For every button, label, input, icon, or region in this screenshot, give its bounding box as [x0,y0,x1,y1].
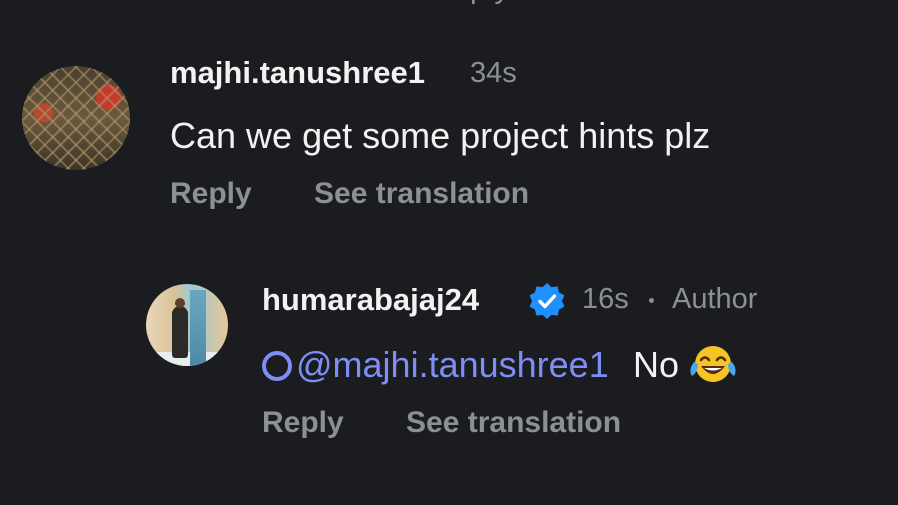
verified-badge-icon [529,283,565,319]
separator-dot [649,298,654,303]
comment-timestamp: 16s [582,283,629,315]
comment-timestamp: 34s [470,57,517,89]
mention-text[interactable]: @majhi.tanushree1 [296,344,609,385]
partial-text: ply [470,0,510,6]
comment-username[interactable]: humarabajaj24 [262,282,479,318]
comments-thread: ply majhi.tanushree1 34s Can we get some… [0,0,898,505]
author-badge: Author [672,283,758,315]
comment-username[interactable]: majhi.tanushree1 [170,55,425,91]
see-translation-button[interactable]: See translation [406,406,621,440]
mention-link[interactable]: @majhi.tanushree1 [262,344,609,386]
at-mention-icon [262,351,292,381]
reply-button[interactable]: Reply [262,406,344,440]
avatar[interactable] [22,66,130,170]
comment-text: No [633,344,680,385]
reply-button[interactable]: Reply [170,177,252,211]
comment-text: Can we get some project hints plz [170,115,711,156]
face-with-tears-of-joy-icon [690,346,736,382]
see-translation-button[interactable]: See translation [314,177,529,211]
avatar[interactable] [146,284,228,366]
